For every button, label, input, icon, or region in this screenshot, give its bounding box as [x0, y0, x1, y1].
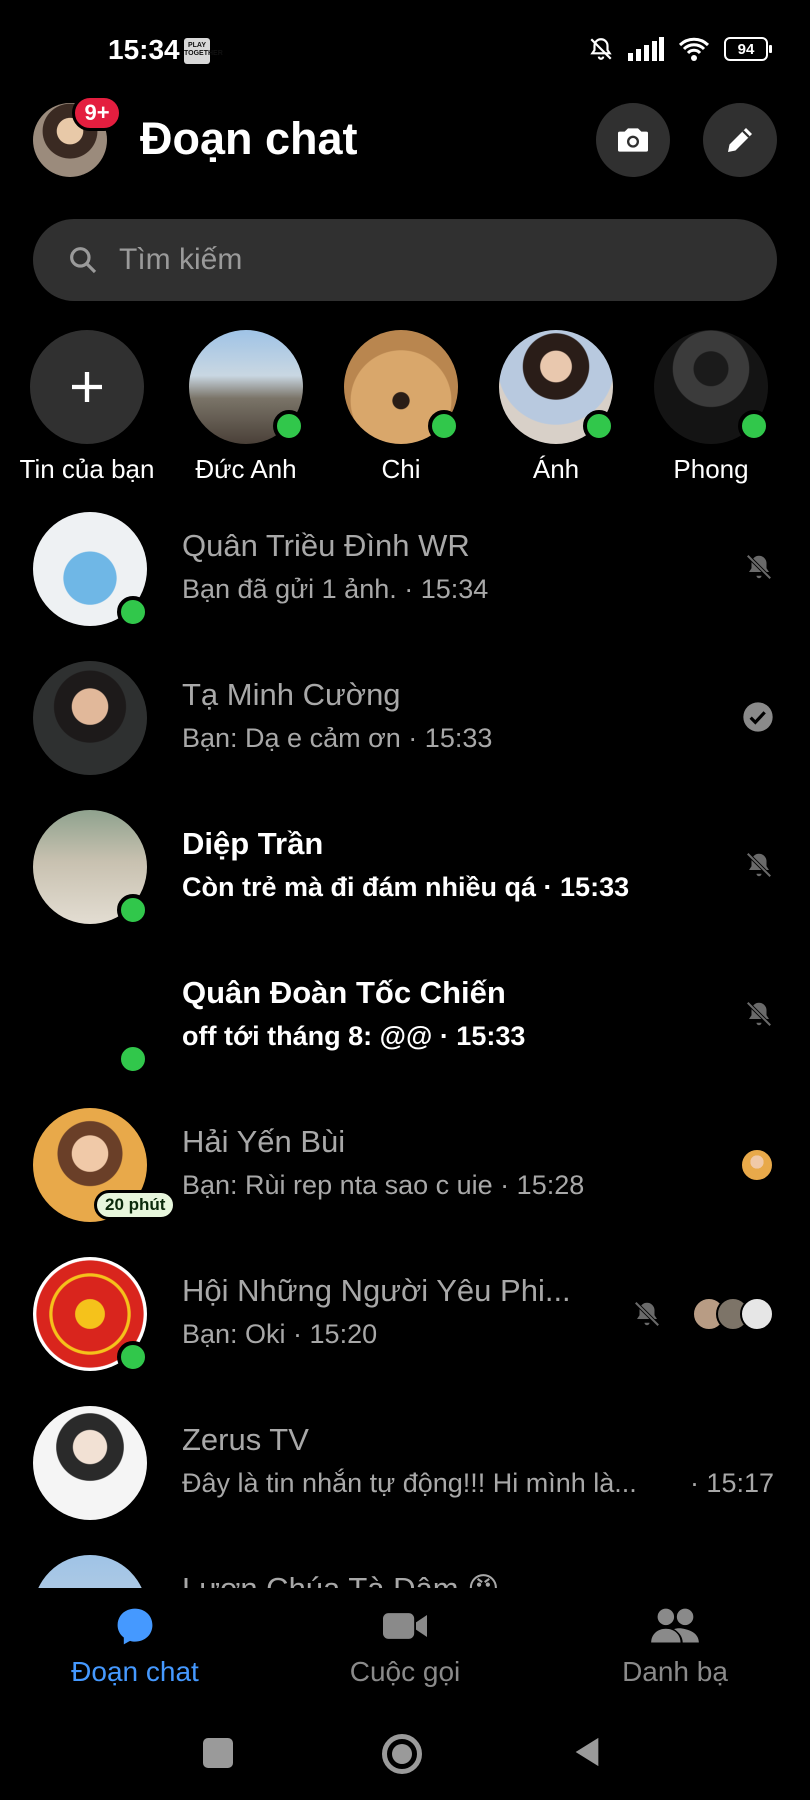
- status-icons: 94: [588, 36, 772, 62]
- chat-name: Quân Triều Đình WR: [182, 528, 470, 563]
- chat-name: Lươn Chúa Tà Dâm 😠: [182, 1571, 500, 1588]
- story-label: Tin của bạn: [19, 454, 155, 484]
- story-chi[interactable]: Chi: [326, 330, 476, 485]
- online-indicator: [583, 410, 615, 442]
- chat-name: Hải Yến Bùi: [182, 1124, 346, 1159]
- mute-icon: [590, 38, 612, 60]
- online-indicator: [117, 1341, 149, 1373]
- chat-avatar: [33, 1406, 147, 1520]
- home-button[interactable]: [382, 1734, 422, 1774]
- chat-avatar: [33, 661, 147, 775]
- story-add[interactable]: Tin của bạn: [12, 330, 162, 485]
- chat-preview: Còn trẻ mà đi đám nhiều qá · 15:33: [182, 872, 630, 902]
- add-story-circle[interactable]: [30, 330, 144, 444]
- back-button[interactable]: [570, 1734, 604, 1770]
- chat-time: · 15:17: [689, 1468, 774, 1498]
- story-avatar: [189, 330, 305, 444]
- camera-icon: [618, 128, 648, 152]
- chat-name: Quân Đoàn Tốc Chiến: [182, 975, 506, 1010]
- online-indicator: [117, 1043, 149, 1075]
- chat-preview: Bạn: Dạ e cảm ơn · 15:33: [182, 723, 493, 753]
- chat-preview: Đây là tin nhắn tự động!!! Hi mình là...: [182, 1468, 637, 1498]
- chat-avatar: [33, 1555, 147, 1588]
- story-anh[interactable]: Ánh: [481, 330, 631, 485]
- tab-calls[interactable]: Cuộc gọi: [285, 1604, 525, 1688]
- battery-icon: 94: [724, 37, 772, 61]
- story-label: Đức Anh: [195, 454, 297, 484]
- chat-avatar: [33, 512, 149, 628]
- chat-preview: Bạn: Rùi rep nta sao c uie · 15:28: [182, 1170, 585, 1200]
- story-avatar: [654, 330, 770, 444]
- home-dot-icon: [392, 1744, 412, 1764]
- nav-label: Đoạn chat: [71, 1656, 199, 1687]
- seen-avatars-group: [692, 1297, 774, 1331]
- new-message-button[interactable]: [703, 103, 777, 177]
- nav-label: Cuộc gọi: [349, 1656, 461, 1687]
- story-phong[interactable]: Phong: [636, 330, 786, 485]
- story-avatar: [499, 330, 615, 444]
- story-duc-anh[interactable]: Đức Anh: [171, 330, 321, 485]
- story-label: Phong: [673, 454, 749, 484]
- status-time: 15:34: [108, 34, 180, 65]
- recents-button[interactable]: [203, 1738, 233, 1768]
- chat-preview: Bạn: Oki · 15:20: [182, 1319, 378, 1349]
- story-label: Chi: [381, 454, 421, 484]
- tab-chats[interactable]: Đoạn chat: [15, 1604, 255, 1688]
- online-indicator: [273, 410, 305, 442]
- seen-avatar: [740, 1148, 774, 1182]
- online-indicator: [428, 410, 460, 442]
- system-navigation: [0, 1710, 810, 1800]
- wifi-icon: [678, 37, 710, 61]
- chat-preview: off tới tháng 8: @@ · 15:33: [182, 1021, 526, 1051]
- muted-bell-icon: [746, 554, 772, 580]
- chat-avatar: [33, 1257, 149, 1373]
- search-bar[interactable]: [33, 219, 777, 301]
- chat-row[interactable]: 20 phút Hải Yến Bùi Bạn: Rùi rep nta sao…: [0, 1096, 810, 1244]
- signal-icon: [628, 37, 664, 61]
- chat-name: Hội Những Người Yêu Phi...: [182, 1273, 571, 1308]
- active-time-badge: 20 phút: [94, 1190, 177, 1220]
- bottom-navigation: Đoạn chat Cuộc gọi Danh bạ: [0, 1588, 810, 1696]
- chat-row[interactable]: Hội Những Người Yêu Phi... Bạn: Oki · 15…: [0, 1245, 810, 1393]
- nav-label: Danh bạ: [622, 1656, 728, 1687]
- video-camera-icon: [383, 1613, 427, 1639]
- chat-row[interactable]: Diệp Trần Còn trẻ mà đi đám nhiều qá · 1…: [0, 798, 810, 946]
- pencil-icon: [728, 128, 752, 152]
- seen-avatar: [740, 1297, 774, 1331]
- story-label: Ánh: [532, 454, 580, 484]
- chat-name: Tạ Minh Cường: [182, 677, 401, 712]
- chat-row[interactable]: Tạ Minh Cường Bạn: Dạ e cảm ơn · 15:33: [0, 649, 810, 797]
- notification-badge: 9+: [72, 95, 122, 131]
- chat-row[interactable]: Quân Đoàn Tốc Chiến off tới tháng 8: @@ …: [0, 947, 810, 1095]
- chat-name: Diệp Trần: [182, 826, 324, 861]
- online-indicator: [738, 410, 770, 442]
- chat-preview: Bạn đã gửi 1 ảnh. · 15:34: [182, 574, 489, 604]
- chat-avatar: [33, 959, 149, 1075]
- camera-button[interactable]: [596, 103, 670, 177]
- online-indicator: [117, 596, 149, 628]
- chat-bubble-icon: [117, 1608, 153, 1645]
- people-icon: [651, 1608, 699, 1643]
- muted-bell-icon: [746, 1001, 772, 1027]
- muted-bell-icon: [746, 852, 772, 878]
- muted-bell-icon: [634, 1301, 660, 1327]
- chat-row[interactable]: Quân Triều Đình WR Bạn đã gửi 1 ảnh. · 1…: [0, 500, 810, 648]
- app-notification-icon: PLAY TOGETHER: [184, 38, 223, 64]
- page-title: Đoạn chat: [140, 113, 358, 164]
- sent-check-icon: [743, 702, 773, 732]
- plus-icon: [72, 372, 102, 402]
- chat-row[interactable]: Lươn Chúa Tà Dâm 😠: [0, 1543, 810, 1588]
- search-input[interactable]: [117, 242, 741, 278]
- chat-row[interactable]: Zerus TV Đây là tin nhắn tự động!!! Hi m…: [0, 1394, 810, 1542]
- tab-contacts[interactable]: Danh bạ: [555, 1604, 795, 1688]
- online-indicator: [117, 894, 149, 926]
- chat-name: Zerus TV: [182, 1422, 309, 1457]
- story-avatar: [344, 330, 460, 444]
- search-icon: [70, 247, 97, 274]
- chat-avatar: [33, 810, 149, 926]
